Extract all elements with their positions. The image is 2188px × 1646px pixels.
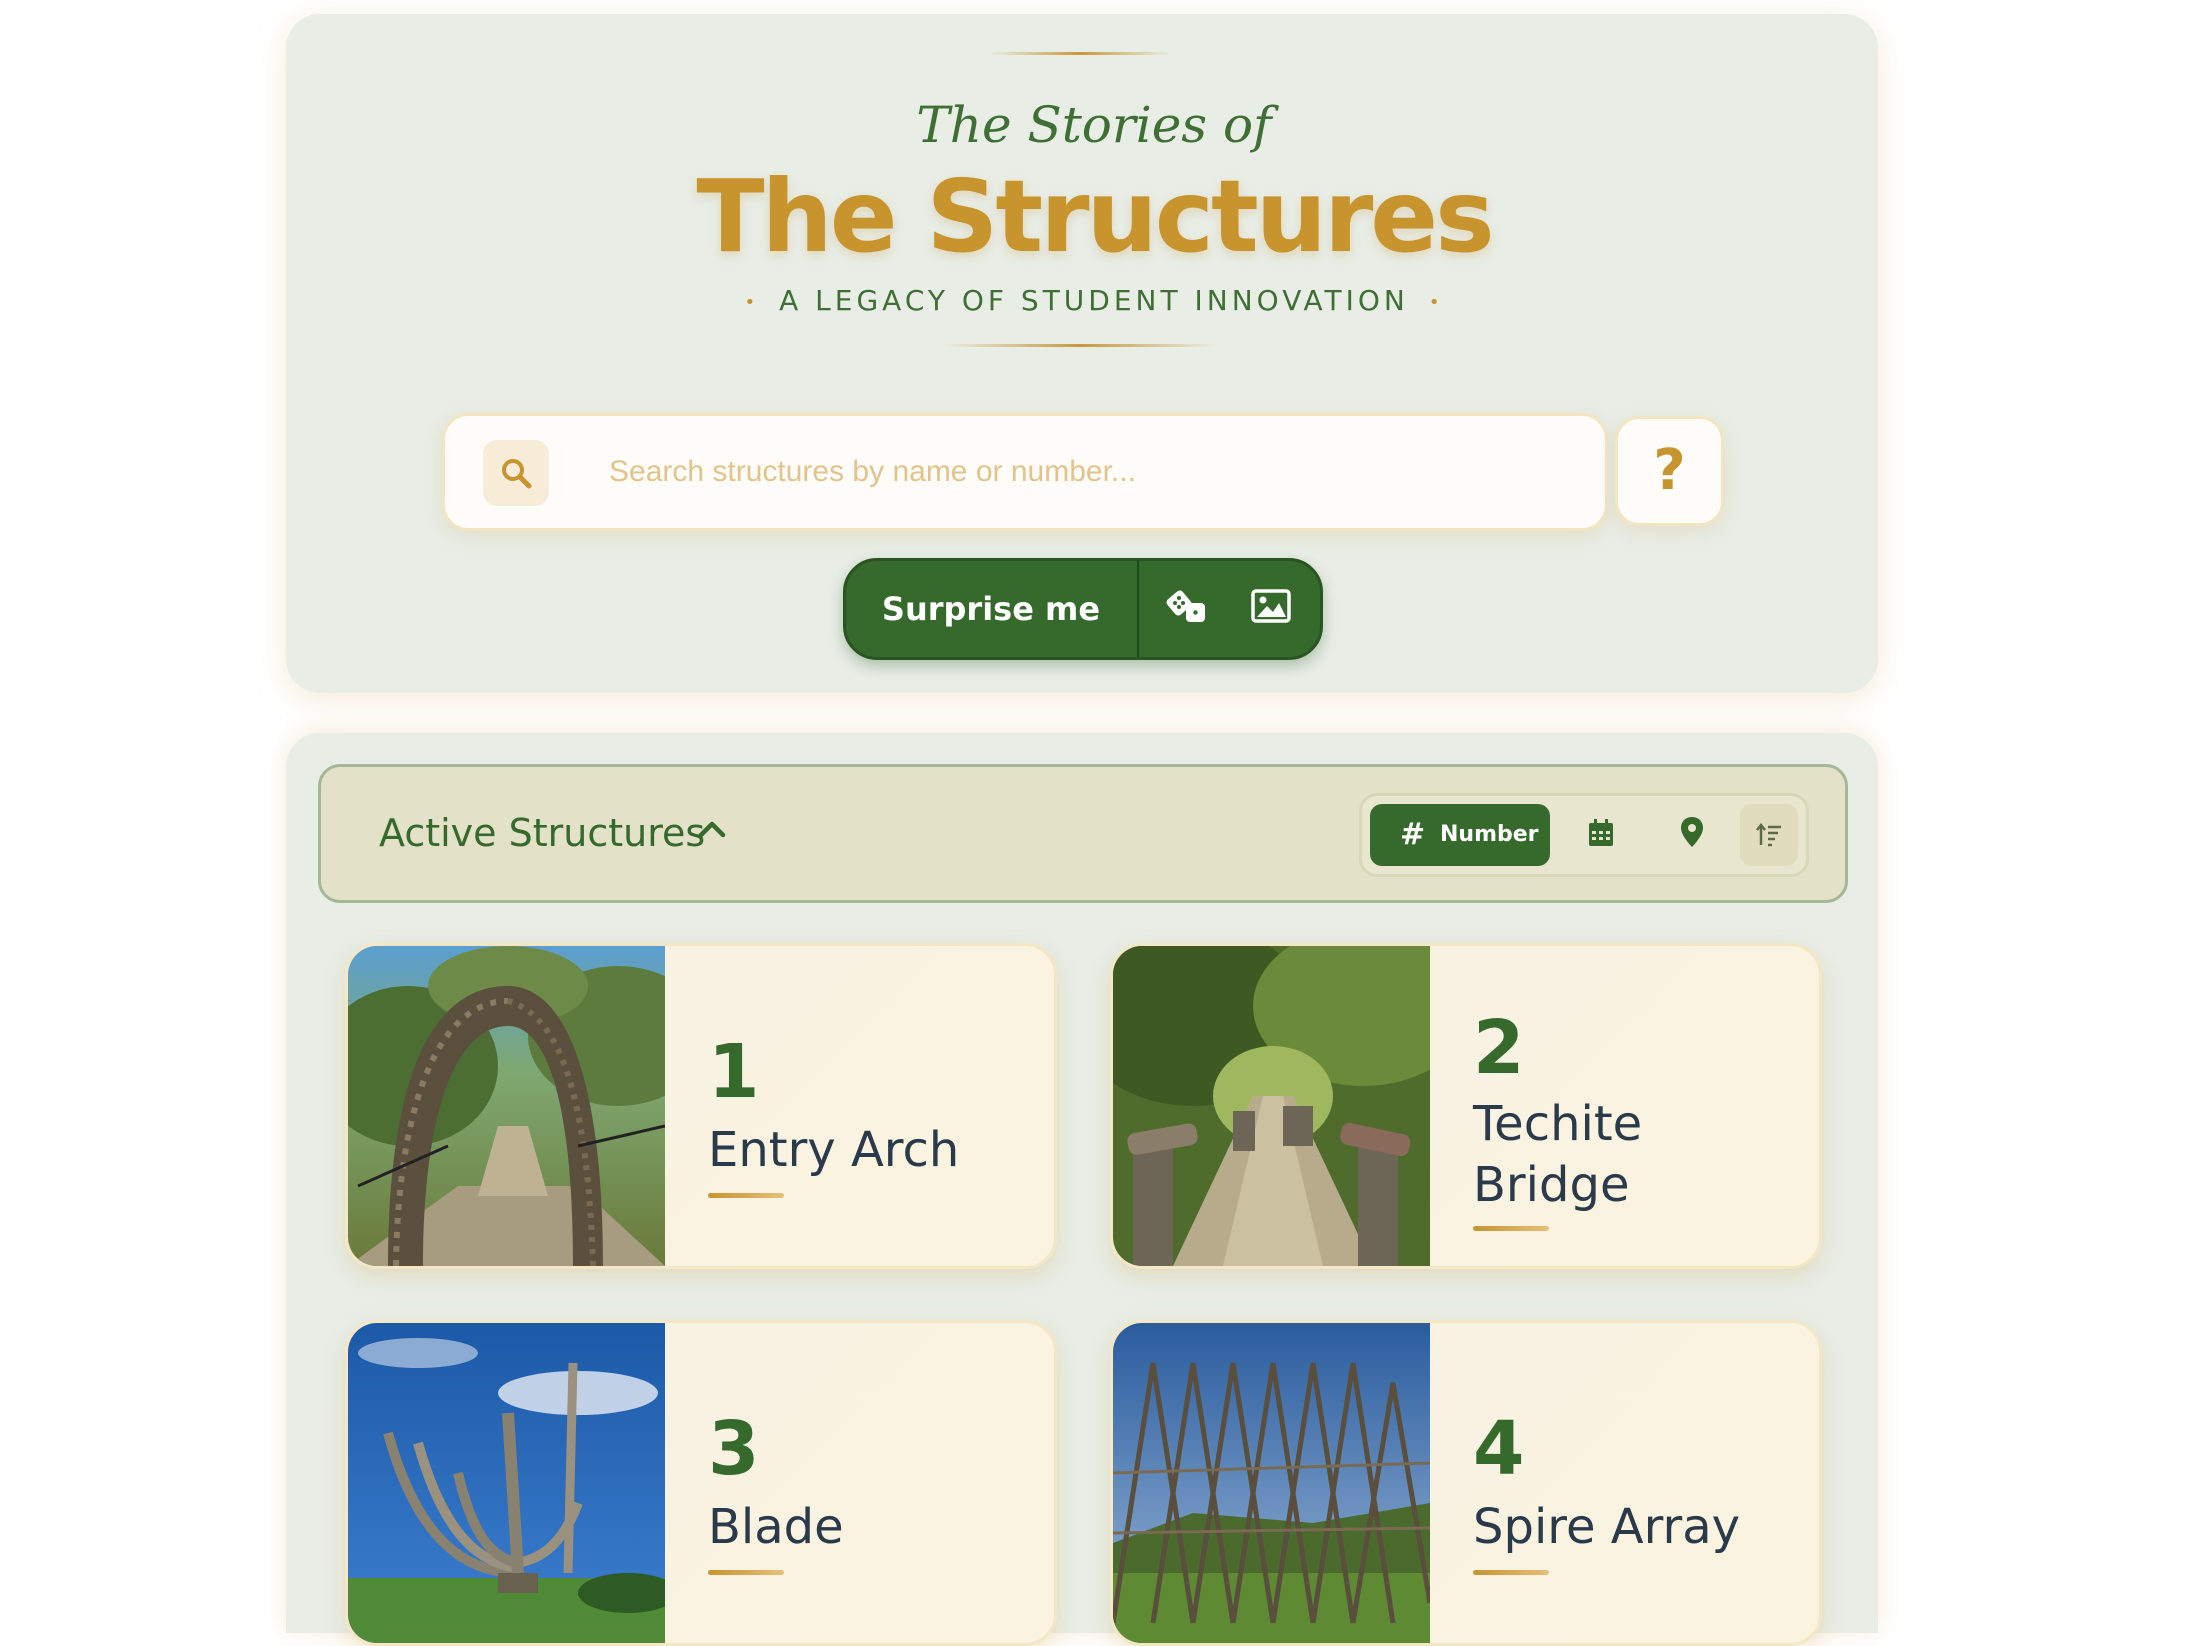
structure-name: Entry Arch (708, 1122, 960, 1178)
surprise-action-bar: Surprise me (843, 558, 1323, 660)
search-icon[interactable] (483, 440, 549, 506)
search-input[interactable] (607, 444, 1571, 500)
help-button[interactable]: ? (1615, 416, 1724, 526)
chevron-up-icon[interactable] (697, 819, 727, 839)
section-title[interactable]: Active Structures (379, 811, 705, 855)
structure-card[interactable]: 3 Blade (345, 1320, 1057, 1646)
name-underline (708, 1193, 784, 1198)
sort-number-label: Number (1440, 822, 1539, 847)
tagline-text: A LEGACY OF STUDENT INNOVATION (779, 284, 1409, 317)
structure-photo (1113, 946, 1430, 1266)
tagline-dot-left: • (744, 291, 760, 313)
sort-options: # Number (1359, 793, 1809, 877)
search-bar (442, 413, 1608, 531)
decorative-rule-bottom (944, 344, 1216, 347)
structure-photo (1113, 1323, 1430, 1643)
structure-card[interactable]: 2 Techite Bridge (1110, 943, 1822, 1269)
hash-icon: # (1400, 817, 1426, 852)
structure-number: 4 (1473, 1406, 1525, 1492)
structure-card[interactable]: 1 Entry Arch (345, 943, 1057, 1269)
action-divider (1137, 561, 1139, 657)
image-icon[interactable] (1251, 589, 1291, 623)
structure-name: Techite Bridge (1473, 1096, 1643, 1213)
sort-by-number-button[interactable]: # Number (1370, 804, 1550, 866)
dice-icon[interactable] (1166, 587, 1210, 627)
structure-photo (348, 946, 665, 1266)
structure-number: 2 (1473, 1005, 1525, 1091)
calendar-icon[interactable] (1587, 818, 1615, 848)
structure-number: 1 (708, 1029, 760, 1115)
sort-direction-icon (1756, 823, 1781, 847)
hero-pre-title: The Stories of (916, 96, 1272, 154)
sort-direction-button[interactable] (1740, 804, 1798, 866)
name-underline (1473, 1570, 1549, 1575)
surprise-me-button[interactable]: Surprise me (846, 561, 1136, 657)
structure-name: Blade (708, 1499, 844, 1555)
structure-card[interactable]: 4 Spire Array (1110, 1320, 1822, 1646)
structure-number: 3 (708, 1406, 760, 1492)
location-pin-icon[interactable] (1680, 816, 1704, 848)
hero-title: The Structures (696, 158, 1494, 275)
tagline-dot-right: • (1428, 291, 1444, 313)
structure-name: Spire Array (1473, 1499, 1741, 1555)
name-underline (1473, 1226, 1549, 1231)
structure-photo (348, 1323, 665, 1643)
hero-tagline: • A LEGACY OF STUDENT INNOVATION • (0, 284, 2188, 317)
name-underline (708, 1570, 784, 1575)
decorative-rule-top (990, 52, 1170, 55)
section-header: Active Structures # Number (318, 764, 1848, 903)
